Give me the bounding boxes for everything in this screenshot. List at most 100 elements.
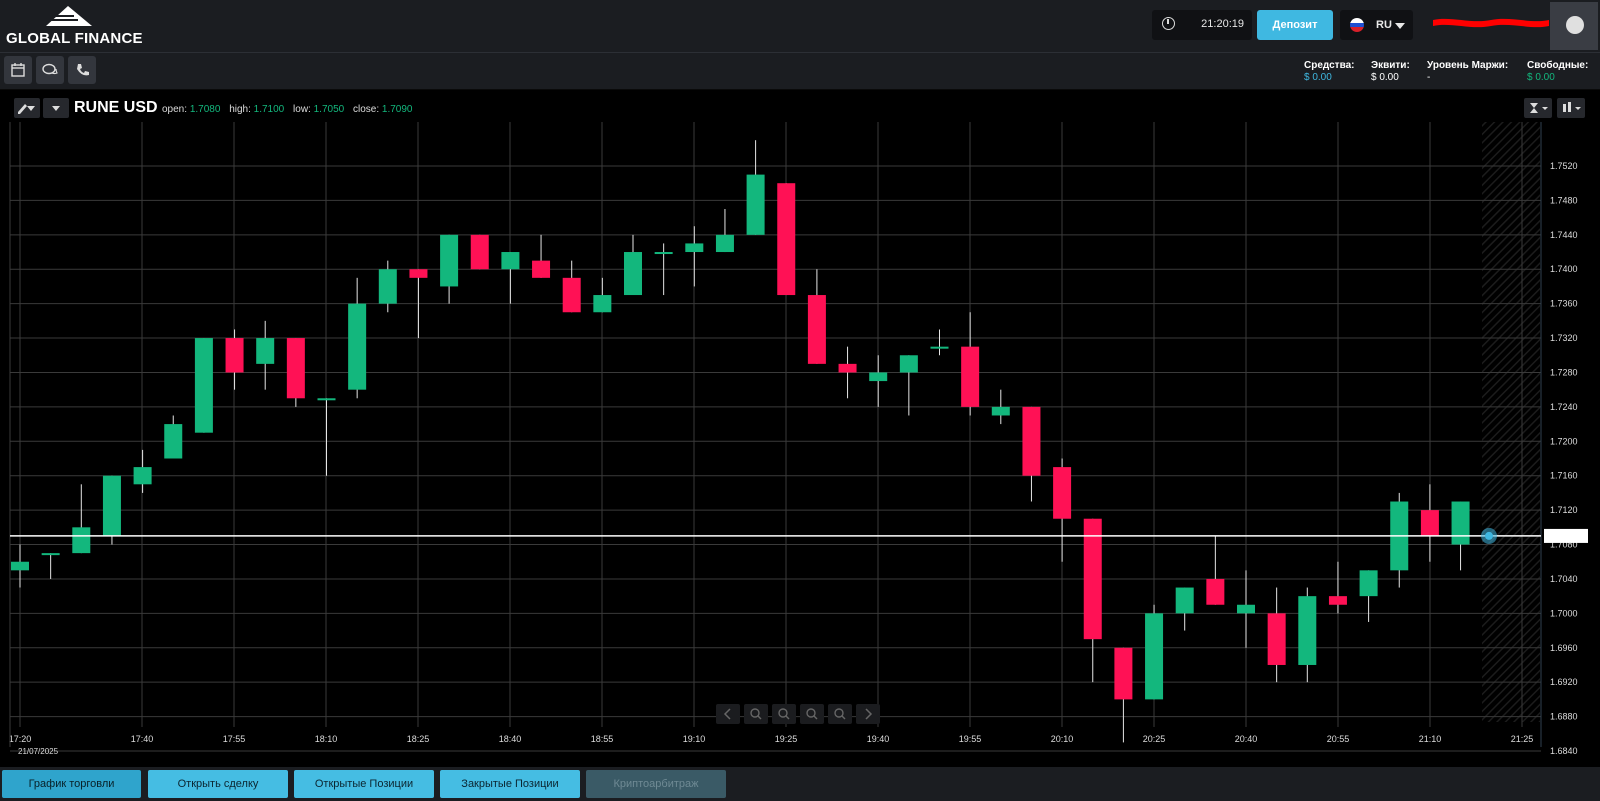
funds-label: Средства: bbox=[1304, 60, 1355, 71]
secondary-toolbar: Средства: $ 0.00 Эквити: $ 0.00 Уровень … bbox=[0, 53, 1600, 90]
candle-up bbox=[501, 252, 520, 270]
free-margin-stat: Свободные: $ 0.00 bbox=[1527, 60, 1588, 83]
candle-up bbox=[133, 467, 152, 485]
high-label: high: bbox=[229, 104, 251, 115]
candle-up bbox=[348, 303, 367, 390]
y-axis-label: 1.7040 bbox=[1550, 574, 1578, 584]
candle-up bbox=[654, 252, 673, 255]
phone-button[interactable] bbox=[68, 56, 96, 84]
chart-type-dropdown[interactable] bbox=[1557, 98, 1585, 118]
zoom-out-icon[interactable] bbox=[828, 704, 852, 724]
candle-up bbox=[72, 527, 91, 554]
low-label: low: bbox=[293, 104, 311, 115]
hourglass-icon bbox=[1530, 103, 1548, 113]
y-axis-label: 1.7000 bbox=[1550, 608, 1578, 618]
candle-down bbox=[1083, 518, 1102, 640]
x-axis-label: 17:20 bbox=[9, 734, 32, 744]
drawing-tools-dropdown[interactable] bbox=[14, 98, 40, 118]
instrument-dropdown[interactable] bbox=[43, 98, 69, 118]
x-axis-label: 20:40 bbox=[1235, 734, 1258, 744]
equity-stat: Эквити: $ 0.00 bbox=[1371, 60, 1410, 83]
brand-name: GLOBAL FINANCE bbox=[6, 30, 143, 47]
candle-down bbox=[1022, 406, 1041, 476]
chevron-left-icon[interactable] bbox=[716, 704, 740, 724]
tab-open-positions[interactable]: Открытые Позиции bbox=[294, 770, 434, 798]
y-axis-label: 1.6960 bbox=[1550, 643, 1578, 653]
candle-up bbox=[899, 355, 918, 373]
y-axis-label: 1.7400 bbox=[1550, 264, 1578, 274]
language-code: RU bbox=[1376, 19, 1392, 31]
y-axis-label: 1.7280 bbox=[1550, 367, 1578, 377]
y-axis-label: 1.7240 bbox=[1550, 402, 1578, 412]
tab-crypto-arbitrage[interactable]: Криптоарбитраж bbox=[586, 770, 726, 798]
close-label: close: bbox=[352, 104, 380, 115]
zoom-out-icon[interactable] bbox=[800, 704, 824, 724]
candle-up bbox=[685, 243, 704, 253]
y-axis-label: 1.7520 bbox=[1550, 161, 1578, 171]
candle-up bbox=[378, 269, 397, 304]
future-area bbox=[1482, 122, 1540, 722]
free-label: Свободные: bbox=[1527, 60, 1589, 71]
candle-down bbox=[225, 338, 244, 373]
live-price-dot bbox=[1485, 531, 1493, 540]
zoom-in-icon[interactable] bbox=[744, 704, 768, 724]
candle-up bbox=[1359, 570, 1378, 597]
chevron-down-icon bbox=[52, 106, 60, 111]
candle-down bbox=[1328, 596, 1347, 605]
y-axis-label: 1.7440 bbox=[1550, 230, 1578, 240]
margin-level-value: - bbox=[1427, 72, 1431, 83]
x-axis-label: 18:55 bbox=[591, 734, 614, 744]
chat-icon bbox=[42, 63, 58, 75]
candle-up bbox=[256, 338, 275, 364]
zoom-in-icon[interactable] bbox=[772, 704, 796, 724]
candle-down bbox=[807, 295, 826, 364]
current-price-tag bbox=[1544, 528, 1588, 543]
x-axis-label: 18:25 bbox=[407, 734, 430, 744]
server-clock: 21:20:19 bbox=[1152, 10, 1252, 40]
y-axis-label: 1.7360 bbox=[1550, 299, 1578, 309]
candle-up bbox=[1237, 604, 1255, 614]
bottom-tabs-bar: График торговли Открыть сделку Открытые … bbox=[0, 767, 1600, 801]
candle-down bbox=[1420, 510, 1439, 536]
candle-up bbox=[1298, 596, 1317, 665]
timeframe-dropdown[interactable] bbox=[1524, 98, 1552, 118]
margin-level-label: Уровень Маржи: bbox=[1427, 60, 1509, 71]
chevron-down-icon bbox=[27, 106, 35, 111]
chat-button[interactable] bbox=[36, 56, 64, 84]
language-select[interactable]: RU bbox=[1340, 10, 1413, 40]
y-axis-label: 1.6840 bbox=[1550, 746, 1578, 756]
open-value: 1.7080 bbox=[189, 104, 221, 115]
y-axis-label: 1.7160 bbox=[1550, 471, 1578, 481]
candle-down bbox=[1053, 467, 1072, 519]
chart-panel: RUNE USD open: 1.7080 high: 1.7100 low: … bbox=[0, 90, 1600, 767]
russia-flag-icon bbox=[1350, 18, 1364, 32]
x-axis-label: 19:55 bbox=[959, 734, 982, 744]
candle-up bbox=[624, 252, 642, 296]
logo[interactable]: GLOBAL FINANCE bbox=[6, 4, 146, 48]
tab-trading-chart[interactable]: График торговли bbox=[2, 770, 141, 798]
ohlc-readout: open: 1.7080 high: 1.7100 low: 1.7050 cl… bbox=[162, 104, 418, 115]
candle-up bbox=[715, 234, 734, 253]
y-axis-label: 1.6920 bbox=[1550, 677, 1578, 687]
margin-level-stat: Уровень Маржи: - bbox=[1427, 60, 1508, 83]
tab-closed-positions[interactable]: Закрытые Позиции bbox=[440, 770, 580, 798]
x-axis-label: 18:10 bbox=[315, 734, 338, 744]
equity-label: Эквити: bbox=[1371, 60, 1410, 71]
candle-down bbox=[961, 346, 980, 407]
user-icon bbox=[1566, 16, 1584, 34]
x-axis-label: 19:25 bbox=[775, 734, 798, 744]
redacted-username bbox=[1433, 18, 1549, 28]
candle-down bbox=[562, 277, 581, 313]
candles-icon bbox=[1563, 102, 1581, 112]
candlestick-chart[interactable]: 1.7520 1.7480 1.7440 1.7400 1.7360 1.7320 1.72… bbox=[0, 122, 1600, 767]
y-axis-label: 1.7480 bbox=[1550, 195, 1578, 205]
open-label: open: bbox=[162, 104, 188, 115]
chevron-right-icon[interactable] bbox=[856, 704, 880, 724]
calendar-button[interactable] bbox=[4, 56, 32, 84]
tab-open-trade[interactable]: Открыть сделку bbox=[148, 770, 288, 798]
deposit-button[interactable]: Депозит bbox=[1257, 10, 1333, 40]
x-axis-label: 21:25 bbox=[1511, 734, 1534, 744]
candle-down bbox=[838, 363, 857, 373]
user-profile-button[interactable] bbox=[1550, 2, 1598, 50]
candle-down bbox=[532, 260, 551, 278]
